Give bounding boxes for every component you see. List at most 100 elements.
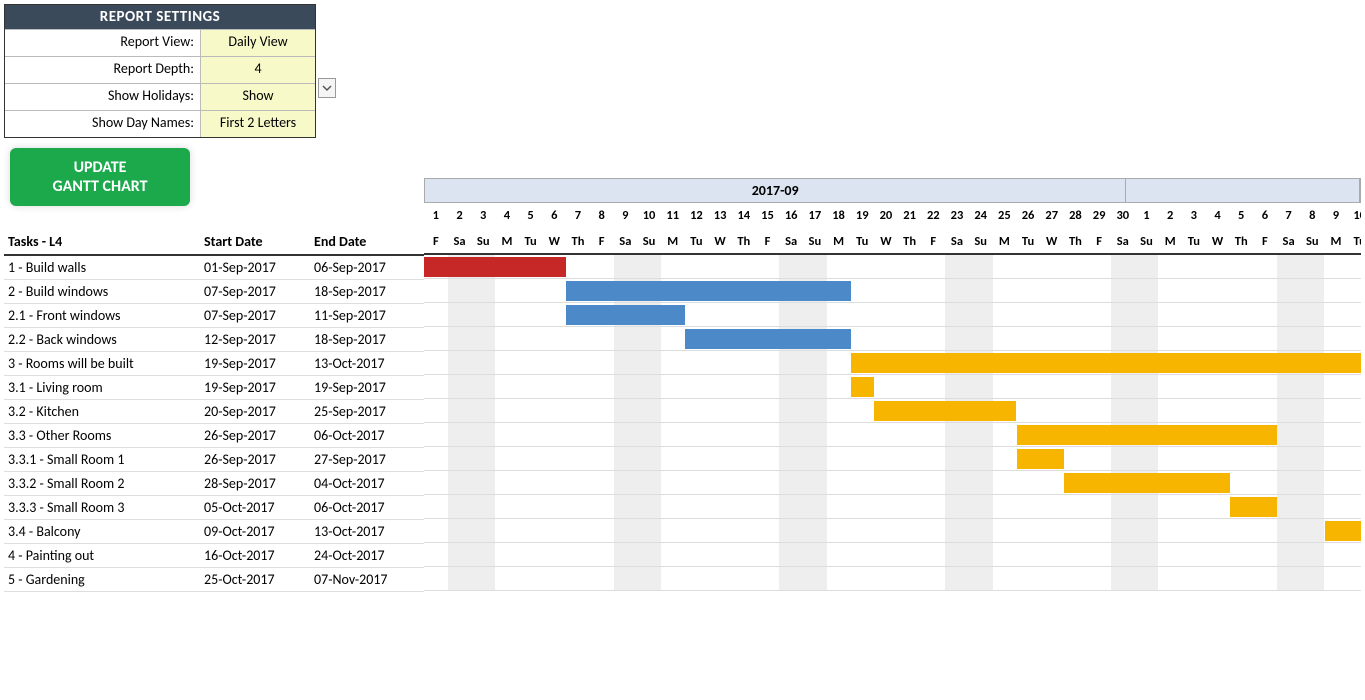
task-row[interactable]: 5 - Gardening25-Oct-201707-Nov-2017 — [4, 568, 424, 592]
gantt-day-cell — [471, 447, 495, 470]
gantt-day-cell — [969, 519, 993, 542]
timeline-dayname: Sa — [945, 229, 969, 253]
gantt-day-cell — [448, 543, 472, 566]
gantt-day-cell — [1158, 279, 1182, 302]
gantt-day-cell — [1158, 255, 1182, 278]
gantt-day-cell — [1111, 327, 1135, 350]
timeline-daynum: 28 — [1064, 203, 1088, 229]
gantt-bar[interactable] — [1017, 425, 1278, 445]
settings-row-value[interactable]: First 2 Letters — [200, 111, 315, 137]
gantt-day-cell — [685, 375, 709, 398]
gantt-bar[interactable] — [566, 281, 850, 301]
gantt-day-cell — [1111, 447, 1135, 470]
gantt-day-cell — [519, 519, 543, 542]
gantt-day-cell — [471, 279, 495, 302]
gantt-day-cell — [614, 351, 638, 374]
gantt-bar[interactable] — [851, 377, 875, 397]
gantt-bar[interactable] — [1017, 449, 1064, 469]
timeline-dayname: W — [1206, 229, 1230, 253]
settings-row-value[interactable]: 4 — [200, 57, 315, 83]
timeline-dayname: Su — [471, 229, 495, 253]
task-row[interactable]: 3.3 - Other Rooms26-Sep-201706-Oct-2017 — [4, 424, 424, 448]
gantt-bar[interactable] — [424, 257, 566, 277]
gantt-day-cell — [1277, 327, 1301, 350]
gantt-day-cell — [424, 471, 448, 494]
gantt-day-cell — [566, 543, 590, 566]
task-row[interactable]: 3.3.2 - Small Room 228-Sep-201704-Oct-20… — [4, 472, 424, 496]
gantt-day-cell — [827, 447, 851, 470]
gantt-day-cell — [708, 519, 732, 542]
timeline-dayname: Tu — [850, 229, 874, 253]
task-name: 3 - Rooms will be built — [4, 355, 204, 372]
gantt-day-cell — [969, 471, 993, 494]
task-row[interactable]: 4 - Painting out16-Oct-201724-Oct-2017 — [4, 544, 424, 568]
gantt-row — [424, 255, 1361, 279]
gantt-day-cell — [1064, 327, 1088, 350]
timeline-dayname: Sa — [1111, 229, 1135, 253]
gantt-day-cell — [1253, 327, 1277, 350]
gantt-day-cell — [1348, 567, 1361, 590]
settings-row-value[interactable]: Daily View — [200, 30, 315, 56]
gantt-day-cell — [945, 303, 969, 326]
gantt-day-cell — [495, 375, 519, 398]
gantt-day-cell — [614, 543, 638, 566]
gantt-bar[interactable] — [1064, 473, 1230, 493]
gantt-day-cell — [779, 303, 803, 326]
gantt-bar[interactable] — [566, 305, 685, 325]
task-row[interactable]: 2.1 - Front windows07-Sep-201711-Sep-201… — [4, 304, 424, 328]
gantt-bar[interactable] — [874, 401, 1016, 421]
task-end: 19-Sep-2017 — [314, 379, 424, 396]
gantt-day-cell — [1300, 519, 1324, 542]
gantt-day-cell — [471, 351, 495, 374]
gantt-day-cell — [732, 375, 756, 398]
timeline-dayname: M — [661, 229, 685, 253]
task-row[interactable]: 2.2 - Back windows12-Sep-201718-Sep-2017 — [4, 328, 424, 352]
gantt-day-cell — [1348, 255, 1361, 278]
gantt-day-cell — [1277, 423, 1301, 446]
gantt-day-cell — [542, 303, 566, 326]
task-row[interactable]: 3 - Rooms will be built19-Sep-201713-Oct… — [4, 352, 424, 376]
timeline-daynum-row: 1234567891011121314151617181920212223242… — [424, 203, 1361, 229]
gantt-day-cell — [969, 327, 993, 350]
gantt-chart: Tasks - L4 Start Date End Date 1 - Build… — [4, 178, 1361, 592]
gantt-day-cell — [945, 447, 969, 470]
task-row[interactable]: 3.4 - Balcony09-Oct-201713-Oct-2017 — [4, 520, 424, 544]
settings-row-label: Report Depth: — [5, 57, 200, 83]
gantt-day-cell — [1324, 423, 1348, 446]
update-gantt-button[interactable]: UPDATE GANTT CHART — [10, 148, 190, 206]
task-row[interactable]: 3.3.3 - Small Room 305-Oct-201706-Oct-20… — [4, 496, 424, 520]
gantt-day-cell — [1016, 375, 1040, 398]
gantt-day-cell — [1300, 279, 1324, 302]
gantt-day-cell — [779, 423, 803, 446]
task-row[interactable]: 1 - Build walls01-Sep-201706-Sep-2017 — [4, 256, 424, 280]
task-row[interactable]: 3.3.1 - Small Room 126-Sep-201727-Sep-20… — [4, 448, 424, 472]
task-row[interactable]: 3.2 - Kitchen20-Sep-201725-Sep-2017 — [4, 400, 424, 424]
gantt-day-cell — [637, 375, 661, 398]
report-view-dropdown-handle[interactable] — [318, 78, 336, 98]
gantt-day-cell — [969, 423, 993, 446]
gantt-day-cell — [1040, 519, 1064, 542]
task-row[interactable]: 2 - Build windows07-Sep-201718-Sep-2017 — [4, 280, 424, 304]
timeline-daynum: 6 — [1253, 203, 1277, 229]
gantt-day-cell — [637, 423, 661, 446]
task-end: 04-Oct-2017 — [314, 475, 424, 492]
gantt-day-cell — [685, 351, 709, 374]
gantt-day-cell — [1206, 255, 1230, 278]
gantt-day-cell — [1111, 255, 1135, 278]
task-name: 3.2 - Kitchen — [4, 403, 204, 420]
gantt-day-cell — [850, 471, 874, 494]
gantt-day-cell — [661, 423, 685, 446]
task-end: 11-Sep-2017 — [314, 307, 424, 324]
gantt-bar[interactable] — [851, 353, 1361, 373]
gantt-bar[interactable] — [1325, 521, 1361, 541]
timeline-daynum: 6 — [542, 203, 566, 229]
task-row[interactable]: 3.1 - Living room19-Sep-201719-Sep-2017 — [4, 376, 424, 400]
timeline-dayname: M — [1158, 229, 1182, 253]
gantt-bar[interactable] — [685, 329, 851, 349]
gantt-day-cell — [945, 519, 969, 542]
gantt-bar[interactable] — [1230, 497, 1277, 517]
gantt-day-cell — [1182, 567, 1206, 590]
gantt-day-cell — [850, 447, 874, 470]
gantt-day-cell — [803, 303, 827, 326]
settings-row-value[interactable]: Show — [200, 84, 315, 110]
